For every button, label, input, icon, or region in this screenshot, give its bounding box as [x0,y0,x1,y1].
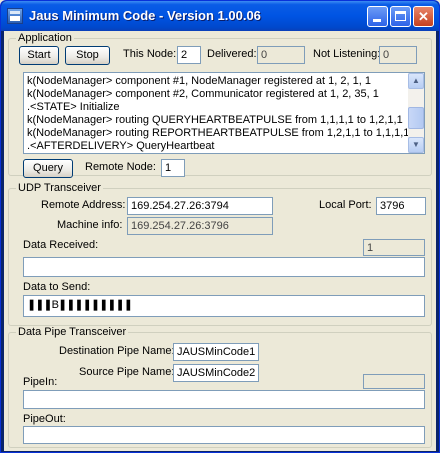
local-port-label: Local Port: [319,199,372,211]
title-bar[interactable]: Jaus Minimum Code - Version 1.00.06 ✕ [1,1,439,31]
not-listening-label: Not Listening: [313,48,381,60]
pipe-in-field[interactable] [23,390,425,409]
maximize-icon [395,11,406,21]
app-icon [7,8,23,24]
pipe-out-field[interactable] [23,426,425,444]
scroll-thumb[interactable] [408,107,424,129]
maximize-button[interactable] [390,6,411,27]
remote-address-label: Remote Address: [41,199,126,211]
pipe-out-label: PipeOut: [23,413,66,425]
stop-button[interactable]: Stop [65,46,110,65]
source-pipe-label: Source Pipe Name: [79,366,175,378]
client-area: Application Start Stop This Node: 2 Deli… [4,31,436,451]
minimize-icon [373,19,381,22]
log-line: .<STATE> Initialize [27,101,120,113]
this-node-field[interactable]: 2 [177,46,201,64]
destination-pipe-field[interactable]: JAUSMinCode1 [173,343,259,361]
remote-address-field[interactable]: 169.254.27.26:3794 [127,197,273,215]
data-to-send-label: Data to Send: [23,281,91,293]
data-received-count: 1 [363,239,425,256]
udp-transceiver-group: UDP Transceiver Remote Address: 169.254.… [8,182,432,326]
app-window: Jaus Minimum Code - Version 1.00.06 ✕ Ap… [0,0,440,453]
scroll-down-arrow-icon[interactable]: ▼ [408,137,424,153]
pipe-in-count [363,374,425,389]
source-pipe-field[interactable]: JAUSMinCode2 [173,364,259,382]
delivered-field: 0 [257,46,305,64]
not-listening-field: 0 [379,46,417,64]
data-to-send-field[interactable]: ❚❚❚B❚❚❚❚❚❚❚❚❚ [23,295,425,317]
minimize-button[interactable] [367,6,388,27]
data-pipe-transceiver-group: Data Pipe Transceiver Destination Pipe N… [8,326,432,448]
machine-info-label: Machine info: [57,219,123,231]
local-port-field[interactable]: 3796 [376,197,426,215]
log-output[interactable]: k(NodeManager> component #1, NodeManager… [23,72,425,154]
scroll-up-arrow-icon[interactable]: ▲ [408,73,424,89]
close-button[interactable]: ✕ [413,6,434,27]
log-line: .<AFTERDELIVERY> QueryHeartbeat [27,140,215,152]
destination-pipe-label: Destination Pipe Name: [59,345,175,357]
query-button[interactable]: Query [23,159,73,178]
machine-info-field: 169.254.27.26:3796 [127,217,273,235]
application-group-label: Application [16,32,74,44]
data-received-label: Data Received: [23,239,99,251]
pipe-group-label: Data Pipe Transceiver [16,326,129,338]
pipe-in-label: PipeIn: [23,376,58,388]
application-group: Application Start Stop This Node: 2 Deli… [8,32,432,178]
udp-group-label: UDP Transceiver [16,182,103,194]
log-line: k(NodeManager> routing QUERYHEARTBEATPUL… [27,114,403,126]
remote-node-field[interactable]: 1 [161,159,185,177]
log-line: k(NodeManager> component #1, NodeManager… [27,75,371,87]
start-button[interactable]: Start [19,46,59,65]
window-title: Jaus Minimum Code - Version 1.00.06 [29,8,261,23]
data-received-field[interactable] [23,257,425,277]
log-line: k(NodeManager> routing REPORTHEARTBEATPU… [27,127,410,139]
log-line: k(NodeManager> component #2, Communicato… [27,88,379,100]
remote-node-label: Remote Node: [85,161,156,173]
close-icon: ✕ [418,9,429,24]
delivered-label: Delivered: [207,48,257,60]
log-scrollbar[interactable]: ▲ ▼ [408,73,424,153]
this-node-label: This Node: [123,48,177,60]
